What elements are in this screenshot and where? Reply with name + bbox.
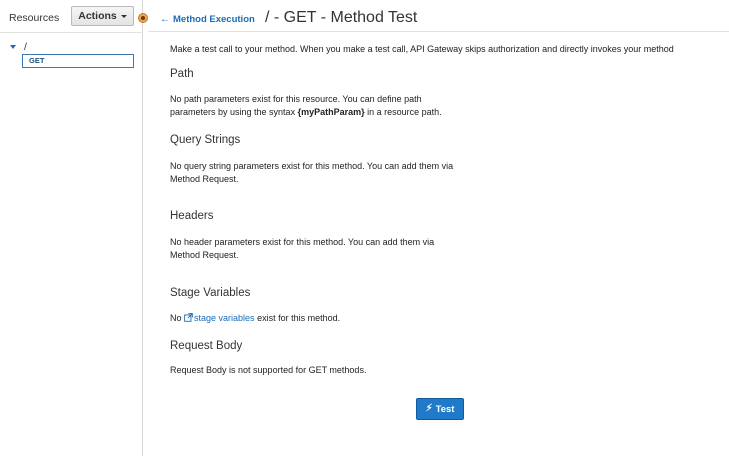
stage-variables-link[interactable]: stage variables (184, 313, 255, 323)
query-strings-section-title: Query Strings (170, 134, 241, 146)
resources-panel: Resources Actions / GET (0, 0, 143, 456)
request-body-section-title: Request Body (170, 340, 243, 352)
path-text-line2: parameters by using the syntax {myPathPa… (170, 106, 470, 119)
tree-item-root[interactable]: / (10, 41, 27, 53)
headers-text-line2: Method Request. (170, 250, 239, 260)
resources-label: Resources (9, 12, 60, 24)
stage-variables-section-title: Stage Variables (170, 287, 251, 299)
title-divider (148, 31, 729, 32)
actions-button[interactable]: Actions (71, 6, 134, 26)
panel-resize-handle[interactable] (138, 13, 148, 23)
headers-text-line1: No header parameters exist for this meth… (170, 237, 435, 247)
query-text-line1: No query string parameters exist for thi… (170, 161, 454, 171)
back-link-label: Method Execution (173, 14, 255, 25)
external-link-icon (184, 313, 193, 322)
path-text-line1: No path parameters exist for this resour… (170, 94, 422, 104)
query-text-line2: Method Request. (170, 174, 239, 184)
stage-variables-section-body: No stage variables exist for this method… (170, 312, 470, 325)
actions-label: Actions (78, 10, 117, 22)
page-title: / - GET - Method Test (265, 9, 418, 26)
tree-item-get-method[interactable]: GET (22, 54, 134, 68)
expand-toggle-icon[interactable] (10, 45, 16, 49)
test-button[interactable]: ⚡︎ Test (416, 398, 464, 420)
intro-text: Make a test call to your method. When yo… (170, 44, 674, 54)
path-section-title: Path (170, 68, 194, 80)
arrow-left-icon: ← (160, 13, 170, 25)
stage-text-prefix: No (170, 313, 185, 323)
resize-dot-icon (141, 16, 145, 20)
headers-section-body: No header parameters exist for this meth… (170, 236, 470, 262)
request-body-section-body: Request Body is not supported for GET me… (170, 365, 367, 375)
tree-root-label: / (24, 41, 27, 53)
stage-variables-link-label: stage variables (194, 313, 255, 323)
query-strings-section-body: No query string parameters exist for thi… (170, 160, 470, 186)
path-param-syntax: {myPathParam} (297, 107, 365, 117)
stage-text-suffix: exist for this method. (254, 313, 341, 323)
path-text-suffix: in a resource path. (364, 107, 442, 117)
panel-divider (0, 32, 143, 33)
path-text-prefix: parameters by using the syntax (170, 107, 298, 117)
method-execution-link[interactable]: ← Method Execution (160, 14, 255, 25)
chevron-down-icon (120, 15, 127, 18)
headers-section-title: Headers (170, 210, 214, 222)
test-button-label: Test (435, 403, 455, 415)
path-section-body: No path parameters exist for this resour… (170, 93, 470, 119)
lightning-bolt-icon: ⚡︎ (425, 403, 433, 414)
